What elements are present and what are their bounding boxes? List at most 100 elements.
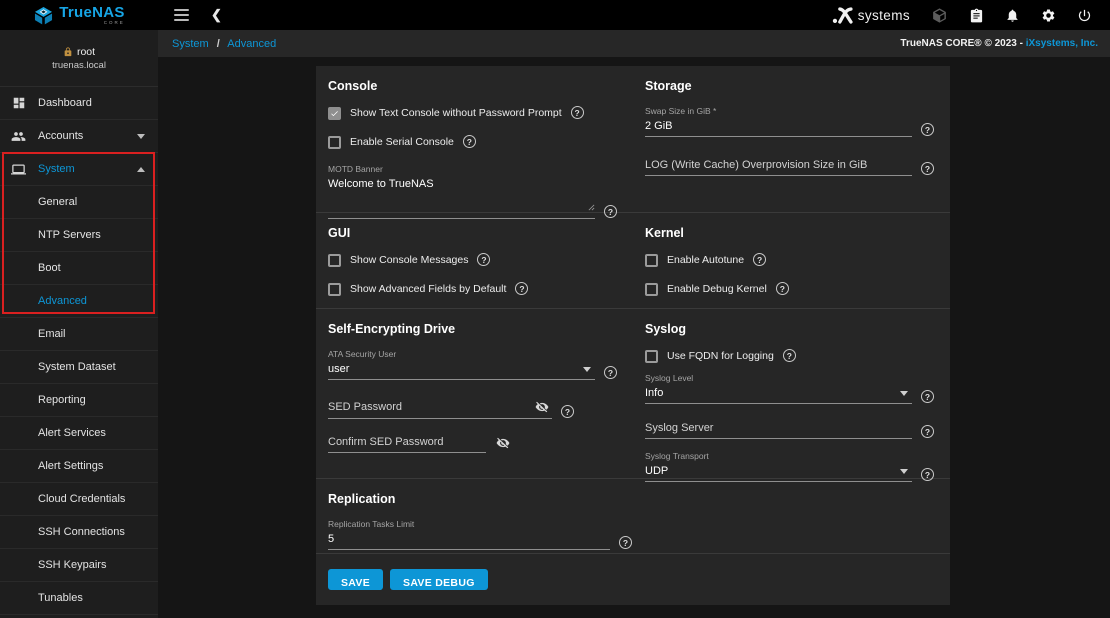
help-icon[interactable]: ? [604,366,617,379]
menu-hamburger-icon[interactable] [174,9,189,21]
sidebar-item-ssh-connections[interactable]: SSH Connections [0,516,158,549]
sidebar-item-cloud-credentials[interactable]: Cloud Credentials [0,483,158,516]
help-icon[interactable]: ? [619,536,632,549]
help-icon[interactable]: ? [561,405,574,418]
lock-icon [63,47,73,57]
sidebar: root truenas.local Dashboard Accounts Sy… [0,30,158,618]
sed-section: Self-Encrypting Drive ATA Security User … [316,309,633,478]
checkbox-label: Enable Serial Console [350,136,454,148]
sidebar-item-general[interactable]: General [0,186,158,219]
sidebar-item-advanced[interactable]: Advanced [0,285,158,318]
row-gui-kernel: GUI Show Console Messages ? Show Advance… [316,212,950,308]
checkbox-label: Show Console Messages [350,254,468,266]
show-console-messages-checkbox-row[interactable]: Show Console Messages ? [328,253,617,267]
sidebar-item-system-dataset[interactable]: System Dataset [0,351,158,384]
sidebar-item-alert-settings[interactable]: Alert Settings [0,450,158,483]
sidebar-item-label: Reporting [38,394,86,406]
checkbox-unchecked[interactable] [328,254,341,267]
truenas-logo-icon [33,5,54,26]
sidebar-item-label: Alert Settings [38,460,103,472]
computer-icon [10,161,27,178]
storage-section: Storage Swap Size in GiB * 2 GiB ? [633,66,950,212]
checkbox-unchecked[interactable] [328,136,341,149]
replication-tasks-limit-input[interactable]: 5 [328,532,610,550]
enable-debug-kernel-checkbox-row[interactable]: Enable Debug Kernel ? [645,282,934,296]
sidebar-item-alert-services[interactable]: Alert Services [0,417,158,450]
sidebar-item-reporting[interactable]: Reporting [0,384,158,417]
enable-autotune-checkbox-row[interactable]: Enable Autotune ? [645,253,934,267]
help-icon[interactable]: ? [776,282,789,295]
show-advanced-fields-checkbox-row[interactable]: Show Advanced Fields by Default ? [328,282,617,296]
save-button[interactable]: SAVE [328,569,383,590]
syslog-server-input[interactable]: Syslog Server [645,421,912,439]
show-text-console-checkbox-row[interactable]: Show Text Console without Password Promp… [328,106,617,120]
sidebar-item-tunables[interactable]: Tunables [0,582,158,615]
sidebar-item-label: Cloud Credentials [38,493,125,505]
help-icon[interactable]: ? [921,390,934,403]
checkbox-unchecked[interactable] [328,283,341,296]
row-sed-syslog: Self-Encrypting Drive ATA Security User … [316,308,950,478]
sidebar-item-email[interactable]: Email [0,318,158,351]
ata-security-user-field: ATA Security User user ? [328,349,617,380]
motd-banner-textarea[interactable]: Welcome to TrueNAS [328,177,595,219]
enable-serial-console-checkbox-row[interactable]: Enable Serial Console ? [328,135,617,149]
power-icon[interactable] [1077,8,1092,23]
ata-security-user-select[interactable]: user [328,362,595,380]
breadcrumb-advanced-link[interactable]: Advanced [227,38,276,50]
replication-section: Replication Replication Tasks Limit 5 ? [316,479,950,553]
field-label: Swap Size in GiB * [645,106,934,116]
syslog-level-select[interactable]: Info [645,386,912,404]
syslog-level-field: Syslog Level Info ? [645,373,934,404]
checkbox-unchecked[interactable] [645,350,658,363]
syslog-server-field: Syslog Server ? [645,421,934,439]
field-value: 2 GiB [645,120,673,132]
sidebar-item-accounts[interactable]: Accounts [0,120,158,153]
truenas-logo[interactable]: TrueNAS CORE [0,0,158,30]
help-icon[interactable]: ? [571,106,584,119]
confirm-sed-password-input[interactable]: Confirm SED Password [328,435,486,453]
log-overprovision-input[interactable]: LOG (Write Cache) Overprovision Size in … [645,158,912,176]
sidebar-item-boot[interactable]: Boot [0,252,158,285]
swap-size-input[interactable]: 2 GiB [645,119,912,137]
resize-handle-icon[interactable] [588,198,595,216]
advanced-settings-card: Console Show Text Console without Passwo… [316,66,950,605]
checkbox-unchecked[interactable] [645,283,658,296]
sed-password-input[interactable]: SED Password [328,399,552,419]
field-label: Replication Tasks Limit [328,519,934,529]
checkbox-checked[interactable] [328,107,341,120]
sidebar-item-label: System Dataset [38,361,116,373]
collapse-chevron-icon[interactable]: ❮ [211,7,222,23]
field-value: user [328,363,349,375]
help-icon[interactable]: ? [921,425,934,438]
use-fqdn-checkbox-row[interactable]: Use FQDN for Logging ? [645,349,934,363]
visibility-off-icon[interactable] [534,400,550,414]
help-icon[interactable]: ? [515,282,528,295]
chevron-down-icon [900,469,908,474]
checkbox-unchecked[interactable] [645,254,658,267]
ixsystems-link[interactable]: iXsystems, Inc. [1026,38,1098,49]
help-icon[interactable]: ? [921,162,934,175]
sidebar-item-dashboard[interactable]: Dashboard [0,87,158,120]
tasks-clipboard-icon[interactable] [969,8,984,23]
help-icon[interactable]: ? [463,135,476,148]
settings-gear-icon[interactable] [1041,8,1056,23]
checkbox-label: Show Text Console without Password Promp… [350,107,562,119]
field-placeholder: LOG (Write Cache) Overprovision Size in … [645,159,867,171]
save-debug-button[interactable]: SAVE DEBUG [390,569,488,590]
sidebar-item-system[interactable]: System [0,153,158,186]
help-icon[interactable]: ? [477,253,490,266]
breadcrumb-system-link[interactable]: System [172,38,209,50]
help-icon[interactable]: ? [783,349,796,362]
sidebar-item-ssh-keypairs[interactable]: SSH Keypairs [0,549,158,582]
truecommand-icon[interactable] [931,7,948,24]
help-icon[interactable]: ? [753,253,766,266]
row-console-storage: Console Show Text Console without Passwo… [316,66,950,212]
help-icon[interactable]: ? [921,123,934,136]
console-section: Console Show Text Console without Passwo… [316,66,633,212]
visibility-off-icon[interactable] [495,436,511,450]
notifications-bell-icon[interactable] [1005,8,1020,23]
confirm-sed-password-field: Confirm SED Password [328,435,617,453]
checkbox-label: Enable Debug Kernel [667,283,767,295]
sidebar-item-ntp-servers[interactable]: NTP Servers [0,219,158,252]
sidebar-item-label: SSH Connections [38,526,125,538]
